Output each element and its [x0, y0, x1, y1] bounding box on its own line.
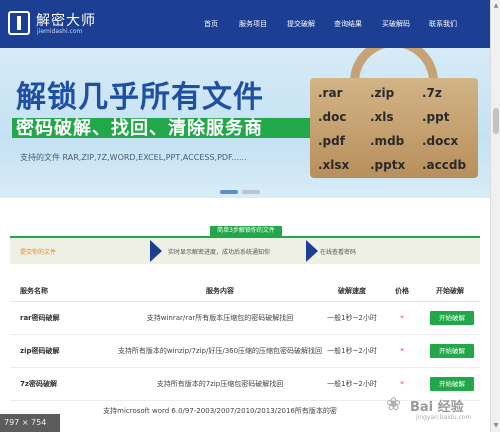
nav-item-home[interactable]: 首页	[194, 0, 228, 48]
padlock-shackle	[350, 48, 438, 82]
nav-item-submit[interactable]: 提交破解	[278, 0, 324, 48]
steps-bar: 提交你的文件 实时显示解密进度，成功后系统通知你 在线查看密码	[10, 236, 480, 264]
nav-item-contact[interactable]: 联系我们	[420, 0, 466, 48]
column-header-speed: 破解速度	[338, 287, 366, 295]
main-nav: 首页 服务项目 提交破解 查询结果 买破解码 联系我们	[194, 0, 466, 48]
column-header-price: 价格	[395, 287, 409, 295]
ext-label: .ppt	[422, 110, 450, 124]
chevron-right-icon	[306, 240, 318, 262]
logo-icon	[8, 11, 30, 35]
carousel-dot-active[interactable]	[220, 190, 238, 194]
ext-label: .xls	[370, 110, 394, 124]
start-crack-button[interactable]: 开始破解	[430, 377, 474, 391]
ext-label: .xlsx	[318, 158, 350, 172]
padlock-graphic: .rar .zip .7z .doc .xls .ppt .pdf .mdb .…	[310, 48, 478, 178]
carousel-indicators	[220, 190, 260, 194]
service-price: *	[400, 314, 404, 322]
steps-section: 简单3步解锁你的文件 提交你的文件 实时显示解密进度，成功后系统通知你 在线查看…	[10, 226, 480, 266]
site-header: 解密大师 jiemidashi.com 首页 服务项目 提交破解 查询结果 买破…	[0, 0, 490, 48]
scroll-up-arrow-icon[interactable]: ▲	[492, 1, 500, 11]
logo-title: 解密大师	[36, 13, 96, 29]
page: 解密大师 jiemidashi.com 首页 服务项目 提交破解 查询结果 买破…	[0, 0, 490, 432]
service-name: rar密码破解	[20, 314, 60, 322]
service-description: 支持所有版本的7zip压缩包密码破解找回	[156, 380, 284, 388]
watermark-text: Bai 经验	[410, 400, 464, 415]
service-speed: 一般1秒~2小时	[327, 314, 377, 322]
vertical-scrollbar[interactable]: ▲ ▼	[490, 0, 500, 432]
nav-item-buy-code[interactable]: 买破解码	[372, 0, 420, 48]
ext-label: .doc	[318, 110, 347, 124]
logo-subtitle: jiemidashi.com	[37, 28, 83, 35]
image-size-badge: 797 × 754	[0, 414, 60, 432]
site-logo[interactable]: 解密大师 jiemidashi.com	[8, 8, 108, 40]
carousel-dot[interactable]	[242, 190, 260, 194]
service-price: *	[400, 347, 404, 355]
step-view-password: 在线查看密码	[320, 248, 357, 256]
ext-label: .mdb	[370, 134, 405, 148]
ext-label: .rar	[318, 86, 343, 100]
service-speed: 一般1秒~2小时	[327, 380, 377, 388]
step-submit-file: 提交你的文件	[20, 248, 57, 256]
nav-item-services[interactable]: 服务项目	[228, 0, 278, 48]
banner-subtitle: 密码破解、找回、清除服务商	[16, 118, 263, 139]
service-name: 7z密码破解	[20, 380, 57, 388]
ext-label: .accdb	[422, 158, 467, 172]
service-name: zip密码破解	[20, 347, 60, 355]
service-speed: 一般1秒~2小时	[327, 347, 377, 355]
steps-title: 简单3步解锁你的文件	[210, 226, 282, 236]
file-extension-grid: .rar .zip .7z .doc .xls .ppt .pdf .mdb .…	[318, 82, 474, 176]
ext-label: .7z	[422, 86, 442, 100]
column-header-content: 服务内容	[206, 287, 234, 295]
service-description: 支持microsoft word 6.0/97-2003/2007/2010/2…	[103, 407, 337, 415]
ext-label: .docx	[422, 134, 459, 148]
scroll-down-arrow-icon[interactable]: ▼	[492, 421, 500, 431]
scrollbar-thumb[interactable]	[493, 108, 499, 134]
table-row: zip密码破解 支持所有版本的winzip/7zip/好压/360压缩的压缩包密…	[10, 335, 480, 368]
start-crack-button[interactable]: 开始破解	[430, 311, 474, 325]
nav-item-results[interactable]: 查询结果	[324, 0, 372, 48]
start-crack-button[interactable]: 开始破解	[430, 344, 474, 358]
baidu-jingyan-watermark: ❀ Bai 经验 jingyan.baidu.com	[386, 392, 486, 422]
hero-banner[interactable]: 解锁几乎所有文件 密码破解、找回、清除服务商 支持的文件 RAR,ZIP,7Z,…	[0, 48, 490, 198]
paw-icon: ❀	[386, 394, 402, 415]
ext-label: .zip	[370, 86, 395, 100]
banner-title: 解锁几乎所有文件	[16, 80, 264, 115]
chevron-right-icon	[150, 240, 162, 262]
table-header: 服务名称 服务内容 破解速度 价格 开始破解	[10, 280, 480, 302]
service-description: 支持winrar/rar所有版本压缩包的密码破解找回	[146, 314, 294, 322]
step-progress: 实时显示解密进度，成功后系统通知你	[168, 248, 271, 256]
column-header-action: 开始破解	[436, 287, 464, 295]
service-description: 支持所有版本的winzip/7zip/好压/360压缩的压缩包密码破解找回	[117, 347, 323, 355]
table-row: rar密码破解 支持winrar/rar所有版本压缩包的密码破解找回 一般1秒~…	[10, 302, 480, 335]
ext-label: .pptx	[370, 158, 406, 172]
watermark-url: jingyan.baidu.com	[416, 414, 472, 421]
column-header-name: 服务名称	[20, 287, 48, 295]
ext-label: .pdf	[318, 134, 345, 148]
banner-supported-files: 支持的文件 RAR,ZIP,7Z,WORD,EXCEL,PPT,ACCESS,P…	[20, 153, 247, 162]
